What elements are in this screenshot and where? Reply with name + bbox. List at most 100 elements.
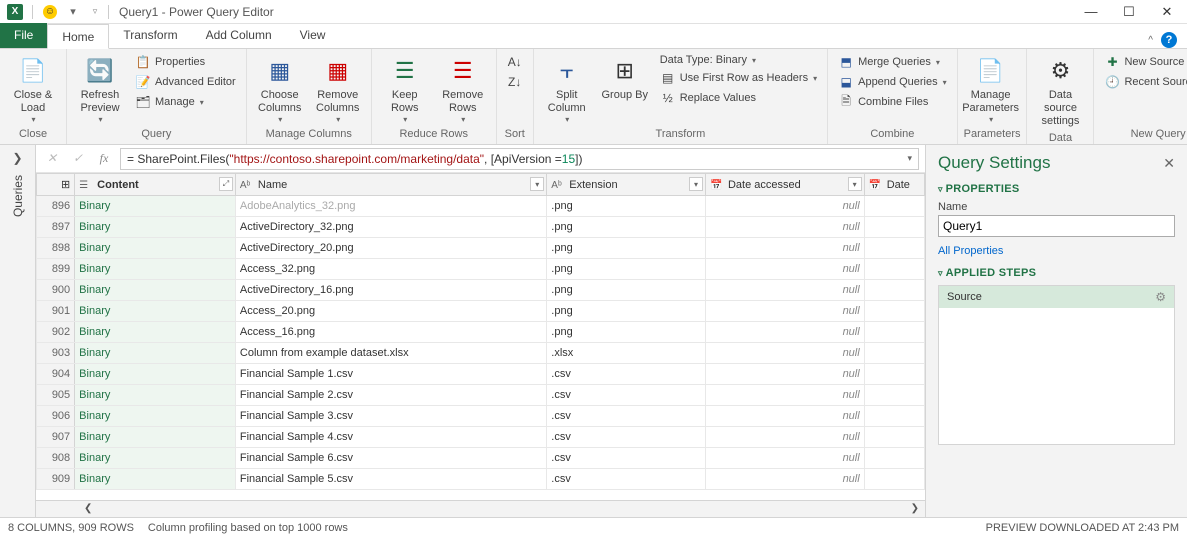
table-row[interactable]: 897BinaryActiveDirectory_32.png.pngnull xyxy=(37,217,925,238)
cell-extension[interactable]: .png xyxy=(547,238,706,259)
feedback-icon[interactable]: ☺ xyxy=(41,3,59,21)
cell-date[interactable] xyxy=(864,343,924,364)
cell-content[interactable]: Binary xyxy=(75,385,236,406)
tab-transform[interactable]: Transform xyxy=(109,23,191,48)
cell-date[interactable] xyxy=(864,196,924,217)
cell-content[interactable]: Binary xyxy=(75,280,236,301)
cell-extension[interactable]: .csv xyxy=(547,385,706,406)
cell-name[interactable]: Financial Sample 5.csv xyxy=(235,469,546,490)
formula-bar[interactable]: = SharePoint.Files("https://contoso.shar… xyxy=(120,148,919,170)
tab-view[interactable]: View xyxy=(286,23,340,48)
cell-extension[interactable]: .png xyxy=(547,259,706,280)
cell-name[interactable]: Financial Sample 4.csv xyxy=(235,427,546,448)
cell-date[interactable] xyxy=(864,448,924,469)
manage-button[interactable]: 🗂Manage▾ xyxy=(131,93,240,111)
cell-date[interactable] xyxy=(864,217,924,238)
cell-extension[interactable]: .png xyxy=(547,301,706,322)
cell-content[interactable]: Binary xyxy=(75,217,236,238)
col-date-accessed[interactable]: 📅Date accessed▾ xyxy=(705,174,864,196)
formula-cancel-icon[interactable]: ✕ xyxy=(42,151,62,166)
cell-date-accessed[interactable]: null xyxy=(705,280,864,301)
cell-content[interactable]: Binary xyxy=(75,322,236,343)
cell-date-accessed[interactable]: null xyxy=(705,217,864,238)
cell-date-accessed[interactable]: null xyxy=(705,238,864,259)
table-row[interactable]: 900BinaryActiveDirectory_16.png.pngnull xyxy=(37,280,925,301)
cell-content[interactable]: Binary xyxy=(75,364,236,385)
close-button[interactable]: ✕ xyxy=(1153,4,1181,20)
cell-date[interactable] xyxy=(864,322,924,343)
formula-confirm-icon[interactable]: ✓ xyxy=(68,151,88,166)
cell-name[interactable]: Access_20.png xyxy=(235,301,546,322)
horizontal-scrollbar[interactable]: ❮❯ xyxy=(36,500,925,517)
group-by-button[interactable]: ⊞ Group By xyxy=(598,53,652,104)
close-load-button[interactable]: 📄 Close & Load▾ xyxy=(6,53,60,126)
cell-content[interactable]: Binary xyxy=(75,448,236,469)
cell-date-accessed[interactable]: null xyxy=(705,301,864,322)
col-extension[interactable]: AᵇExtension▾ xyxy=(547,174,706,196)
cell-content[interactable]: Binary xyxy=(75,259,236,280)
cell-content[interactable]: Binary xyxy=(75,427,236,448)
table-row[interactable]: 904BinaryFinancial Sample 1.csv.csvnull xyxy=(37,364,925,385)
minimize-button[interactable]: — xyxy=(1077,4,1105,20)
col-ext-filter[interactable]: ▾ xyxy=(689,177,703,191)
table-row[interactable]: 903BinaryColumn from example dataset.xls… xyxy=(37,343,925,364)
cell-extension[interactable]: .csv xyxy=(547,406,706,427)
remove-columns-button[interactable]: ▦ Remove Columns▾ xyxy=(311,53,365,126)
cell-name[interactable]: Financial Sample 6.csv xyxy=(235,448,546,469)
tab-home[interactable]: Home xyxy=(47,24,109,49)
table-row[interactable]: 908BinaryFinancial Sample 6.csv.csvnull xyxy=(37,448,925,469)
first-row-headers-button[interactable]: ▤Use First Row as Headers▾ xyxy=(656,69,821,87)
cell-name[interactable]: AdobeAnalytics_32.png xyxy=(235,196,546,217)
cell-date-accessed[interactable]: null xyxy=(705,406,864,427)
formula-expand-icon[interactable]: ▾ xyxy=(907,153,912,164)
table-corner[interactable]: ⊞ xyxy=(37,174,75,196)
cell-date[interactable] xyxy=(864,280,924,301)
cell-name[interactable]: Financial Sample 2.csv xyxy=(235,385,546,406)
remove-rows-button[interactable]: ☰ Remove Rows▾ xyxy=(436,53,490,126)
data-grid[interactable]: ⊞ ☰Content⤢ AᵇName▾ AᵇExtension▾ 📅Date a… xyxy=(36,173,925,500)
cell-extension[interactable]: .png xyxy=(547,196,706,217)
queries-pane-collapsed[interactable]: ❯ Queries xyxy=(0,145,36,517)
cell-date-accessed[interactable]: null xyxy=(705,385,864,406)
cell-name[interactable]: ActiveDirectory_32.png xyxy=(235,217,546,238)
col-content-expand[interactable]: ⤢ xyxy=(219,177,233,191)
cell-extension[interactable]: .xlsx xyxy=(547,343,706,364)
data-type-button[interactable]: Data Type: Binary▾ xyxy=(656,53,821,67)
cell-name[interactable]: ActiveDirectory_20.png xyxy=(235,238,546,259)
cell-date-accessed[interactable]: null xyxy=(705,469,864,490)
cell-date-accessed[interactable]: null xyxy=(705,364,864,385)
cell-name[interactable]: ActiveDirectory_16.png xyxy=(235,280,546,301)
cell-date-accessed[interactable]: null xyxy=(705,343,864,364)
help-icon[interactable]: ? xyxy=(1161,32,1177,48)
qat-dropdown[interactable]: ▾ xyxy=(64,3,82,21)
tab-add-column[interactable]: Add Column xyxy=(192,23,286,48)
cell-date[interactable] xyxy=(864,259,924,280)
refresh-preview-button[interactable]: 🔄 Refresh Preview▾ xyxy=(73,53,127,126)
cell-content[interactable]: Binary xyxy=(75,406,236,427)
cell-extension[interactable]: .png xyxy=(547,322,706,343)
all-properties-link[interactable]: All Properties xyxy=(938,245,1003,257)
cell-content[interactable]: Binary xyxy=(75,301,236,322)
advanced-editor-button[interactable]: 📝Advanced Editor xyxy=(131,73,240,91)
sort-desc-button[interactable]: Z↓ xyxy=(503,73,527,91)
cell-extension[interactable]: .png xyxy=(547,217,706,238)
cell-date[interactable] xyxy=(864,364,924,385)
keep-rows-button[interactable]: ☰ Keep Rows▾ xyxy=(378,53,432,126)
expand-queries-icon[interactable]: ❯ xyxy=(12,151,22,165)
cell-name[interactable]: Financial Sample 3.csv xyxy=(235,406,546,427)
fx-icon[interactable]: fx xyxy=(94,151,114,166)
maximize-button[interactable]: ☐ xyxy=(1115,4,1143,20)
cell-date-accessed[interactable]: null xyxy=(705,259,864,280)
col-date[interactable]: 📅Date xyxy=(864,174,924,196)
cell-date-accessed[interactable]: null xyxy=(705,448,864,469)
choose-columns-button[interactable]: ▦ Choose Columns▾ xyxy=(253,53,307,126)
new-source-button[interactable]: ✚New Source▾ xyxy=(1100,53,1187,71)
table-row[interactable]: 909BinaryFinancial Sample 5.csv.csvnull xyxy=(37,469,925,490)
cell-date[interactable] xyxy=(864,238,924,259)
cell-name[interactable]: Column from example dataset.xlsx xyxy=(235,343,546,364)
col-name-filter[interactable]: ▾ xyxy=(530,177,544,191)
cell-extension[interactable]: .csv xyxy=(547,364,706,385)
split-column-button[interactable]: ⫟ Split Column▾ xyxy=(540,53,594,126)
manage-parameters-button[interactable]: 📄 Manage Parameters▾ xyxy=(964,53,1018,126)
cell-content[interactable]: Binary xyxy=(75,343,236,364)
